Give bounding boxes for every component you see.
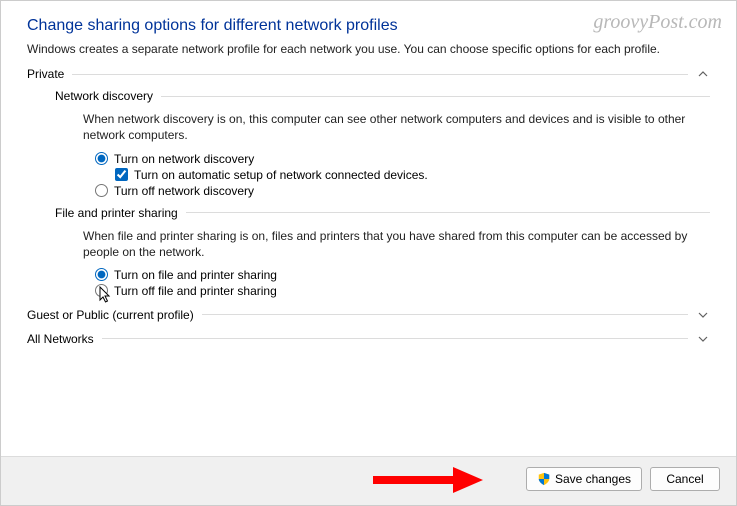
checkbox-auto-setup[interactable]	[115, 168, 128, 181]
radio-fp-on-label: Turn on file and printer sharing	[114, 268, 277, 282]
radio-fp-off-label: Turn off file and printer sharing	[114, 284, 277, 298]
radio-nd-on[interactable]	[95, 152, 108, 165]
rule	[186, 212, 710, 213]
cancel-button-label: Cancel	[666, 472, 703, 486]
rule	[161, 96, 710, 97]
section-private[interactable]: Private	[27, 67, 710, 81]
radio-fp-off[interactable]	[95, 284, 108, 297]
heading-file-printer-label: File and printer sharing	[55, 206, 178, 220]
footer: Save changes Cancel	[1, 456, 736, 505]
file-printer-desc: When file and printer sharing is on, fil…	[83, 228, 710, 260]
subsection-network-discovery: Network discovery When network discovery…	[55, 89, 710, 197]
chevron-up-icon	[696, 67, 710, 81]
section-all-networks-label: All Networks	[27, 332, 94, 346]
heading-file-printer: File and printer sharing	[55, 206, 710, 220]
section-guest-public-label: Guest or Public (current profile)	[27, 308, 194, 322]
section-guest-public[interactable]: Guest or Public (current profile)	[27, 308, 710, 322]
rule	[102, 338, 688, 339]
page-subtitle: Windows creates a separate network profi…	[27, 41, 710, 57]
chevron-down-icon	[696, 332, 710, 346]
save-button-label: Save changes	[555, 472, 631, 486]
content-area: Change sharing options for different net…	[1, 1, 736, 456]
heading-network-discovery: Network discovery	[55, 89, 710, 103]
save-button[interactable]: Save changes	[526, 467, 642, 491]
section-all-networks[interactable]: All Networks	[27, 332, 710, 346]
annotation-arrow-icon	[373, 467, 483, 493]
subsection-file-printer: File and printer sharing When file and p…	[55, 206, 710, 298]
shield-icon	[537, 472, 551, 486]
radio-nd-off-label: Turn off network discovery	[114, 184, 254, 198]
rule	[202, 314, 688, 315]
advanced-sharing-window: groovyPost.com Change sharing options fo…	[0, 0, 737, 506]
network-discovery-options: Turn on network discovery Turn on automa…	[95, 152, 710, 198]
checkbox-auto-setup-label: Turn on automatic setup of network conne…	[134, 168, 428, 182]
heading-network-discovery-label: Network discovery	[55, 89, 153, 103]
file-printer-options: Turn on file and printer sharing Turn of…	[95, 268, 710, 298]
radio-fp-on[interactable]	[95, 268, 108, 281]
network-discovery-desc: When network discovery is on, this compu…	[83, 111, 710, 143]
page-title: Change sharing options for different net…	[27, 17, 710, 35]
chevron-down-icon	[696, 308, 710, 322]
rule	[72, 74, 688, 75]
radio-nd-on-label: Turn on network discovery	[114, 152, 254, 166]
cancel-button[interactable]: Cancel	[650, 467, 720, 491]
section-private-label: Private	[27, 67, 64, 81]
radio-nd-off[interactable]	[95, 184, 108, 197]
